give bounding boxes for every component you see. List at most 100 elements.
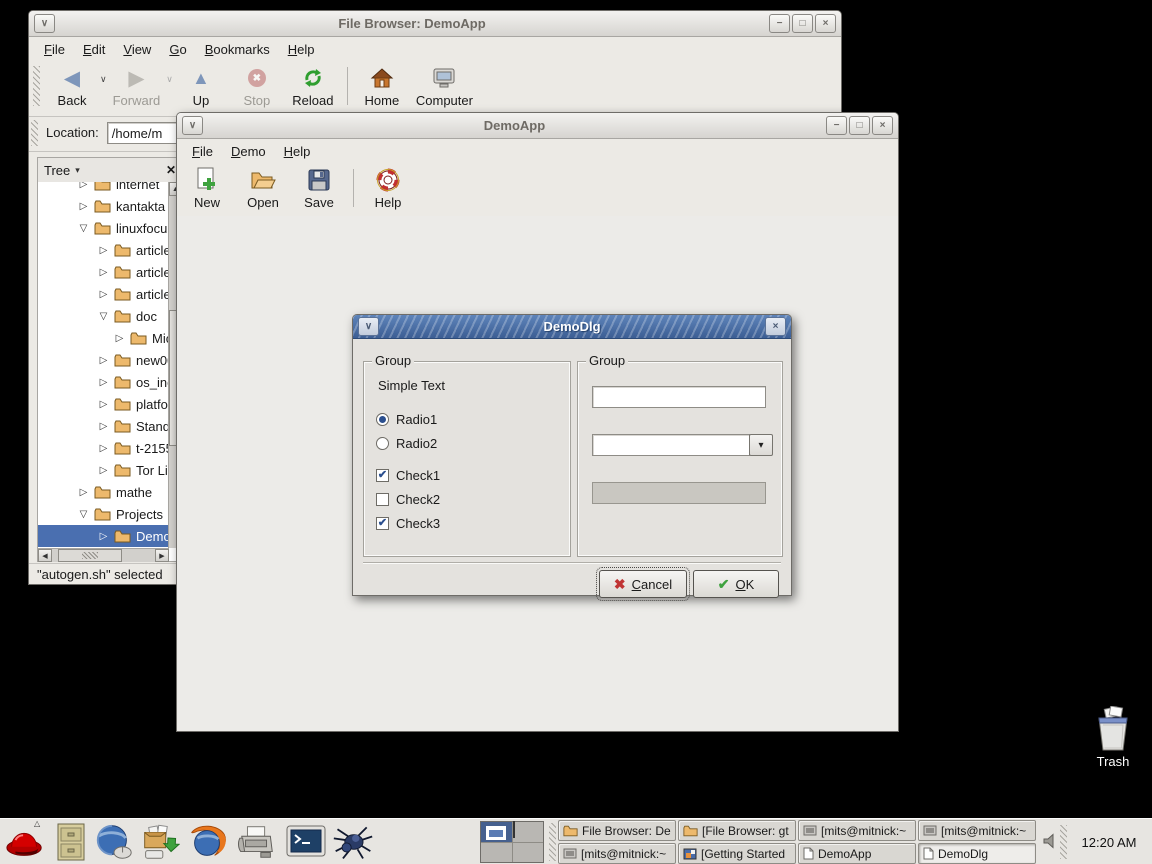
toolbar-handle[interactable]: [33, 66, 40, 106]
task-button[interactable]: [Getting Started: [678, 843, 796, 864]
horizontal-scroll-trough[interactable]: [52, 549, 155, 562]
maximize-button[interactable]: □: [792, 14, 813, 33]
demodlg-titlebar[interactable]: ∨ DemoDlg ×: [353, 315, 791, 339]
window-menu-button[interactable]: ∨: [182, 116, 203, 135]
close-button[interactable]: ×: [815, 14, 836, 33]
close-button[interactable]: ×: [765, 317, 786, 336]
expander-icon[interactable]: ▷: [98, 399, 109, 410]
menu-file[interactable]: File: [183, 142, 222, 161]
window-menu-button[interactable]: ∨: [34, 14, 55, 33]
help-button[interactable]: Help: [360, 166, 416, 210]
side-pane-title[interactable]: Tree: [44, 163, 70, 178]
tree-item[interactable]: ▷ article: [38, 239, 169, 261]
trash-desktop-icon[interactable]: Trash: [1082, 706, 1144, 769]
forward-dropdown-icon[interactable]: ∨: [166, 74, 173, 85]
expander-icon[interactable]: ▷: [98, 355, 109, 366]
expander-icon[interactable]: ▽: [98, 311, 109, 322]
reload-button[interactable]: Reload: [285, 64, 341, 108]
horizontal-scroll-thumb[interactable]: [58, 549, 122, 562]
expander-icon[interactable]: ▷: [98, 267, 109, 278]
volume-icon[interactable]: [1042, 833, 1058, 849]
tree-item[interactable]: ▽ doc: [38, 305, 169, 327]
expander-icon[interactable]: ▷: [98, 245, 109, 256]
window-menu-button[interactable]: ∨: [358, 317, 379, 336]
expander-icon[interactable]: ▷: [98, 289, 109, 300]
location-bar-handle[interactable]: [31, 120, 38, 146]
back-button[interactable]: ◀ Back: [44, 64, 100, 108]
expander-icon[interactable]: ▽: [78, 509, 89, 520]
tree-item[interactable]: ▷ new00: [38, 349, 169, 371]
tree-item[interactable]: ▷ Mic: [38, 327, 169, 349]
stop-button[interactable]: ✖ Stop: [229, 64, 285, 108]
close-button[interactable]: ×: [872, 116, 893, 135]
tree-item[interactable]: ▷ article: [38, 261, 169, 283]
tree-horizontal-scrollbar[interactable]: ◀ ▶: [38, 548, 169, 562]
checkbox-icon[interactable]: ✔: [376, 517, 389, 530]
combo-dropdown-button[interactable]: ▾: [749, 434, 773, 456]
radio-radio1[interactable]: Radio1: [376, 410, 437, 428]
workspace-4[interactable]: [513, 843, 544, 863]
tree-item[interactable]: ▽ Projects: [38, 503, 169, 525]
minimize-button[interactable]: −: [769, 14, 790, 33]
ethereal-launcher[interactable]: [332, 821, 374, 863]
workspace-3[interactable]: [481, 843, 512, 863]
expander-icon[interactable]: ▷: [98, 465, 109, 476]
side-pane-close-icon[interactable]: ✕: [166, 163, 176, 177]
scroll-left-icon[interactable]: ◀: [38, 549, 52, 562]
task-button[interactable]: [File Browser: gt: [678, 820, 796, 841]
web-browser-launcher[interactable]: [93, 821, 135, 863]
scroll-right-icon[interactable]: ▶: [155, 549, 169, 562]
demoapp-titlebar[interactable]: ∨ DemoApp − □ ×: [177, 113, 898, 139]
tree-item[interactable]: ▷ mathe: [38, 481, 169, 503]
expander-icon[interactable]: ▷: [98, 531, 109, 542]
clock-handle[interactable]: [1060, 825, 1067, 859]
menu-file[interactable]: File: [35, 40, 74, 59]
workspace-1-active[interactable]: [481, 822, 512, 842]
tree-item[interactable]: ▷ Tor Lil: [38, 459, 169, 481]
menu-help[interactable]: Help: [275, 142, 320, 161]
tree-item[interactable]: ▷ kantakta: [38, 195, 169, 217]
text-entry[interactable]: [592, 386, 766, 408]
package-manager-launcher[interactable]: [138, 821, 180, 863]
cancel-button[interactable]: ✖ Cancel: [599, 570, 687, 598]
expander-icon[interactable]: ▽: [78, 223, 89, 234]
side-pane-dropdown-icon[interactable]: ▾: [75, 165, 80, 176]
forward-button[interactable]: ▶ Forward: [107, 64, 167, 108]
menu-view[interactable]: View: [114, 40, 160, 59]
tree-item[interactable]: ▷ internet: [38, 182, 169, 195]
workspace-switcher[interactable]: [480, 821, 544, 863]
task-button[interactable]: [mits@mitnick:~: [798, 820, 916, 841]
tree-item[interactable]: ▷ article: [38, 283, 169, 305]
task-button[interactable]: [mits@mitnick:~: [918, 820, 1036, 841]
save-button[interactable]: Save: [291, 166, 347, 210]
tree-item[interactable]: ▷ Standa: [38, 415, 169, 437]
minimize-button[interactable]: −: [826, 116, 847, 135]
ok-button[interactable]: ✔ OK: [693, 570, 779, 598]
up-button[interactable]: ▲ Up: [173, 64, 229, 108]
checkbox-icon[interactable]: ✔: [376, 469, 389, 482]
radio-radio2[interactable]: Radio2: [376, 434, 437, 452]
task-button[interactable]: [mits@mitnick:~: [558, 843, 676, 864]
menu-go[interactable]: Go: [160, 40, 195, 59]
maximize-button[interactable]: □: [849, 116, 870, 135]
menu-demo[interactable]: Demo: [222, 142, 275, 161]
task-button-active[interactable]: DemoDlg: [918, 843, 1036, 864]
back-dropdown-icon[interactable]: ∨: [100, 74, 107, 85]
expander-icon[interactable]: ▷: [78, 182, 89, 190]
menu-edit[interactable]: Edit: [74, 40, 114, 59]
printer-launcher[interactable]: [236, 821, 278, 863]
radio-button-icon[interactable]: [376, 437, 389, 450]
open-button[interactable]: Open: [235, 166, 291, 210]
file-browser-titlebar[interactable]: ∨ File Browser: DemoApp − □ ×: [29, 11, 841, 37]
task-button[interactable]: File Browser: De: [558, 820, 676, 841]
checkbox-icon[interactable]: [376, 493, 389, 506]
home-button[interactable]: Home: [354, 64, 410, 108]
tree-item[interactable]: ▷ t-2155: [38, 437, 169, 459]
new-button[interactable]: New: [179, 166, 235, 210]
workspace-2[interactable]: [513, 822, 544, 842]
clock[interactable]: 12:20 AM: [1070, 819, 1148, 864]
menu-help[interactable]: Help: [279, 40, 324, 59]
file-manager-launcher[interactable]: [50, 821, 92, 863]
red-hat-menu-button[interactable]: △: [4, 821, 46, 863]
tree-item[interactable]: ▷ os_inc: [38, 371, 169, 393]
